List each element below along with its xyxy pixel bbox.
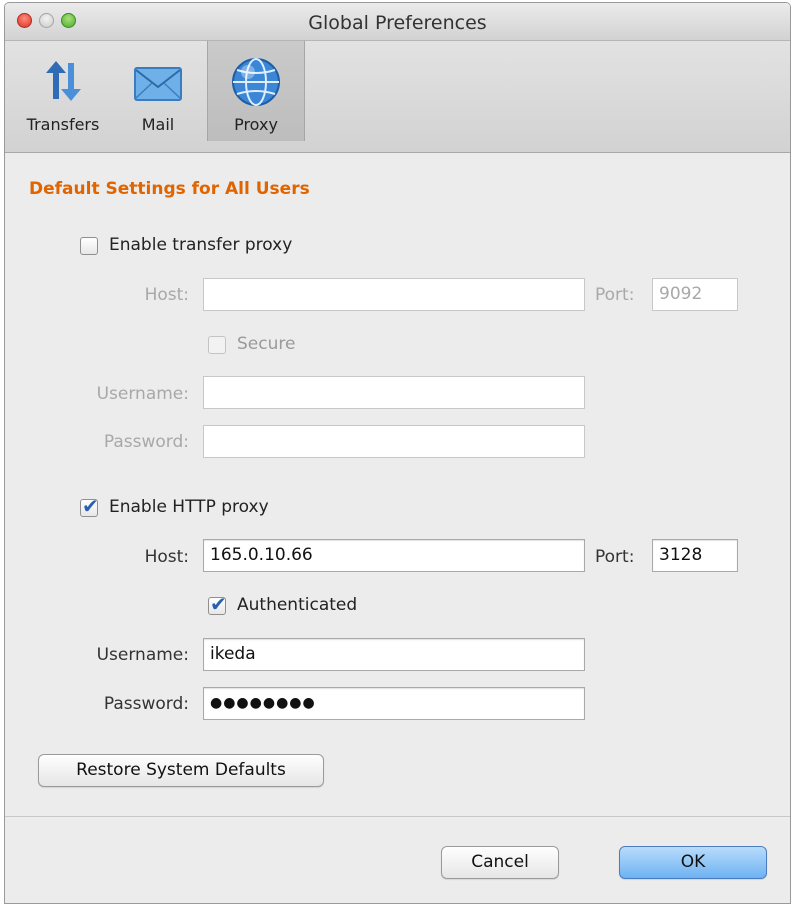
transfer-host-label: Host: [144,285,189,305]
section-title: Default Settings for All Users [29,179,310,199]
transfer-port-field[interactable]: 9092 [652,278,738,311]
enable-transfer-proxy-label: Enable transfer proxy [109,235,293,255]
authenticated-checkbox[interactable]: ✔ [208,592,227,616]
transfer-username-field[interactable] [203,376,585,409]
transfer-port-label: Port: [595,285,635,305]
transfers-arrows-icon [43,59,83,107]
tab-transfers[interactable]: Transfers [15,53,111,143]
http-password-label: Password: [103,694,189,714]
http-password-field[interactable]: ●●●●●●●● [203,687,585,720]
footer-separator [5,816,790,817]
globe-icon [231,57,281,111]
secure-label: Secure [237,334,296,354]
http-host-field[interactable]: 165.0.10.66 [203,539,585,572]
tab-mail-label: Mail [141,115,175,134]
tab-mail[interactable]: Mail [121,53,195,143]
enable-http-proxy-label: Enable HTTP proxy [109,497,269,517]
title-bar: Global Preferences [5,3,790,41]
enable-http-proxy-checkbox[interactable]: ✔ [80,494,99,518]
transfer-password-field[interactable] [203,425,585,458]
tab-transfers-label: Transfers [26,115,100,134]
http-port-field[interactable]: 3128 [652,539,738,572]
tab-proxy[interactable]: Proxy [207,41,305,141]
http-username-label: Username: [96,645,189,665]
http-username-field[interactable]: ikeda [203,638,585,671]
transfer-host-field[interactable] [203,278,585,311]
tab-proxy-label: Proxy [234,115,278,134]
transfer-username-label: Username: [96,384,189,404]
checkmark-icon: ✔ [82,494,99,518]
checkmark-icon: ✔ [210,592,227,616]
enable-transfer-proxy-checkbox[interactable] [80,237,98,255]
http-host-label: Host: [144,547,189,567]
preferences-window: Global Preferences Transfers Mail Proxy … [4,2,791,904]
authenticated-label: Authenticated [237,595,358,615]
cancel-button[interactable]: Cancel [441,846,559,879]
preferences-toolbar: Transfers Mail Proxy [5,41,790,153]
mail-envelope-icon [134,67,182,105]
restore-system-defaults-button[interactable]: Restore System Defaults [38,754,324,787]
window-title: Global Preferences [308,12,487,34]
ok-button[interactable]: OK [619,846,767,879]
secure-checkbox[interactable] [208,336,226,354]
http-port-label: Port: [595,547,635,567]
transfer-password-label: Password: [103,432,189,452]
